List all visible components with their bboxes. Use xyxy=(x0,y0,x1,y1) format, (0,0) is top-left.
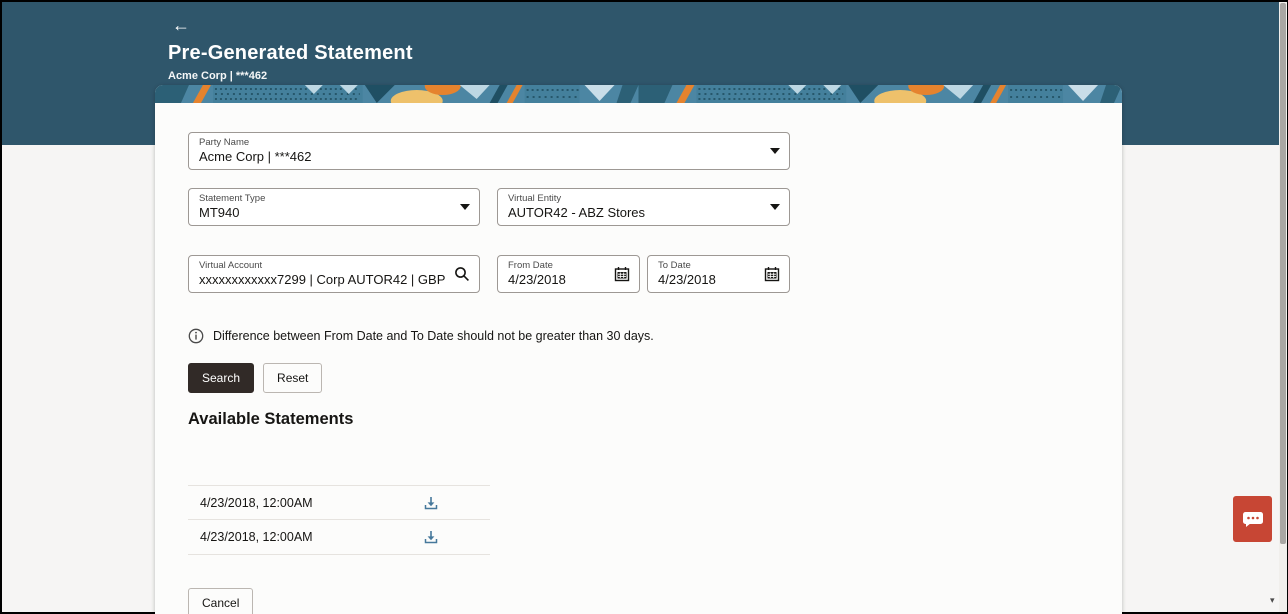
chevron-down-icon[interactable] xyxy=(770,148,780,154)
decorative-banner-pattern xyxy=(155,85,1122,103)
party-name-value: Acme Corp | ***462 xyxy=(199,149,312,164)
scrollbar-thumb[interactable] xyxy=(1280,3,1286,544)
to-date-input[interactable]: To Date 4/23/2018 xyxy=(647,255,790,293)
to-date-value: 4/23/2018 xyxy=(658,272,716,287)
virtual-account-label: Virtual Account xyxy=(199,260,263,271)
virtual-account-input[interactable]: Virtual Account xxxxxxxxxxxx7299 | Corp … xyxy=(188,255,480,293)
statement-row: 4/23/2018, 12:00AM xyxy=(188,485,490,520)
search-icon[interactable] xyxy=(454,266,470,282)
statements-table: 4/23/2018, 12:00AM 4/23/2018, 12:00AM xyxy=(188,485,490,555)
calendar-icon[interactable] xyxy=(614,266,630,282)
page-title: Pre-Generated Statement xyxy=(168,42,413,64)
chat-launcher-button[interactable] xyxy=(1233,496,1272,542)
virtual-entity-label: Virtual Entity xyxy=(508,193,562,204)
search-button[interactable]: Search xyxy=(188,363,255,393)
to-date-label: To Date xyxy=(658,260,691,271)
chevron-down-icon[interactable] xyxy=(770,204,780,210)
form-actions: Search Reset xyxy=(188,363,323,393)
virtual-entity-value: AUTOR42 - ABZ Stores xyxy=(508,205,646,220)
statement-type-label: Statement Type xyxy=(199,193,266,204)
from-date-value: 4/23/2018 xyxy=(508,272,566,287)
from-date-label: From Date xyxy=(508,260,553,271)
calendar-icon[interactable] xyxy=(764,266,780,282)
reset-button[interactable]: Reset xyxy=(263,363,323,393)
virtual-account-value: xxxxxxxxxxxx7299 | Corp AUTOR42 | GBP | … xyxy=(199,272,449,287)
scroll-down-icon[interactable]: ▾ xyxy=(1270,595,1275,606)
statement-date: 4/23/2018, 12:00AM xyxy=(200,530,313,544)
app-window: ← Pre-Generated Statement Acme Corp | **… xyxy=(0,0,1288,614)
statement-type-value: MT940 xyxy=(199,205,240,220)
virtual-entity-select[interactable]: Virtual Entity AUTOR42 - ABZ Stores xyxy=(497,188,790,226)
party-name-select[interactable]: Party Name Acme Corp | ***462 xyxy=(188,132,790,170)
statement-type-select[interactable]: Statement Type MT940 xyxy=(188,188,480,226)
info-icon xyxy=(188,328,204,344)
cancel-button[interactable]: Cancel xyxy=(188,588,254,614)
from-date-input[interactable]: From Date 4/23/2018 xyxy=(497,255,640,293)
content-card: Party Name Acme Corp | ***462 Statement … xyxy=(155,85,1122,614)
footer-actions: Cancel xyxy=(188,588,254,614)
page-subtitle: Acme Corp | ***462 xyxy=(168,70,268,82)
party-name-label: Party Name xyxy=(199,137,250,148)
statement-row: 4/23/2018, 12:00AM xyxy=(188,520,490,555)
date-range-info: Difference between From Date and To Date… xyxy=(188,328,654,344)
back-arrow-icon[interactable]: ← xyxy=(172,16,190,34)
chevron-down-icon[interactable] xyxy=(460,204,470,210)
chat-bubble-icon xyxy=(1242,510,1264,528)
info-message-text: Difference between From Date and To Date… xyxy=(213,329,654,343)
available-statements-heading: Available Statements xyxy=(188,410,354,428)
statement-date: 4/23/2018, 12:00AM xyxy=(200,495,313,510)
download-icon[interactable] xyxy=(424,530,438,544)
download-icon[interactable] xyxy=(424,496,438,510)
